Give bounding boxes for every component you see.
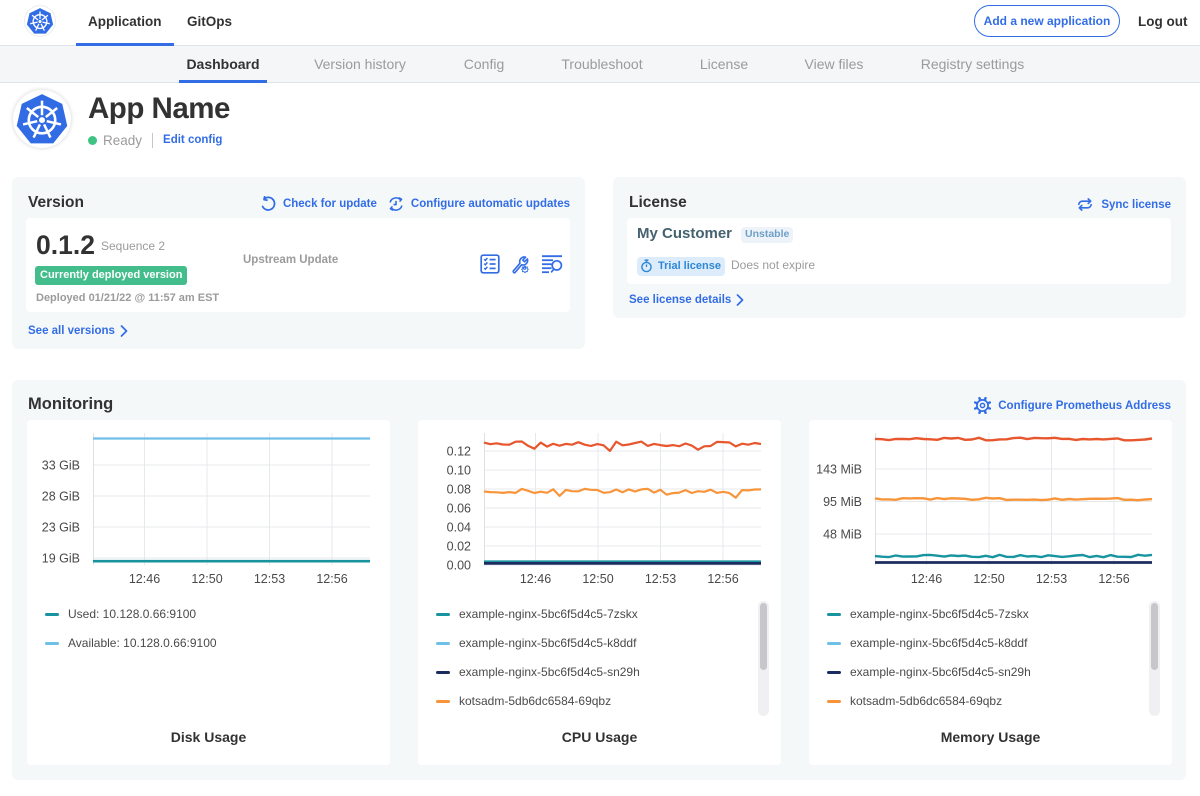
svg-text:19 GiB: 19 GiB <box>42 552 80 566</box>
svg-text:0.00: 0.00 <box>447 559 471 573</box>
svg-text:12:56: 12:56 <box>707 572 738 586</box>
svg-text:12:50: 12:50 <box>973 572 1004 586</box>
svg-text:12:46: 12:46 <box>911 572 942 586</box>
svg-text:12:53: 12:53 <box>1036 572 1067 586</box>
svg-text:28 GiB: 28 GiB <box>42 490 80 504</box>
svg-text:0.12: 0.12 <box>447 445 471 459</box>
svg-text:12:46: 12:46 <box>129 572 160 586</box>
svg-text:12:53: 12:53 <box>254 572 285 586</box>
svg-text:48 MiB: 48 MiB <box>823 528 862 542</box>
svg-text:12:56: 12:56 <box>316 572 347 586</box>
svg-text:12:50: 12:50 <box>582 572 613 586</box>
svg-text:0.06: 0.06 <box>447 502 471 516</box>
svg-text:0.04: 0.04 <box>447 521 471 535</box>
svg-text:143 MiB: 143 MiB <box>816 463 862 477</box>
svg-text:95 MiB: 95 MiB <box>823 495 862 509</box>
svg-text:33 GiB: 33 GiB <box>42 459 80 473</box>
svg-text:12:53: 12:53 <box>645 572 676 586</box>
svg-text:0.10: 0.10 <box>447 464 471 478</box>
svg-text:0.08: 0.08 <box>447 483 471 497</box>
svg-text:0.02: 0.02 <box>447 540 471 554</box>
svg-text:12:56: 12:56 <box>1098 572 1129 586</box>
svg-text:12:46: 12:46 <box>520 572 551 586</box>
svg-text:23 GiB: 23 GiB <box>42 521 80 535</box>
svg-text:12:50: 12:50 <box>191 572 222 586</box>
